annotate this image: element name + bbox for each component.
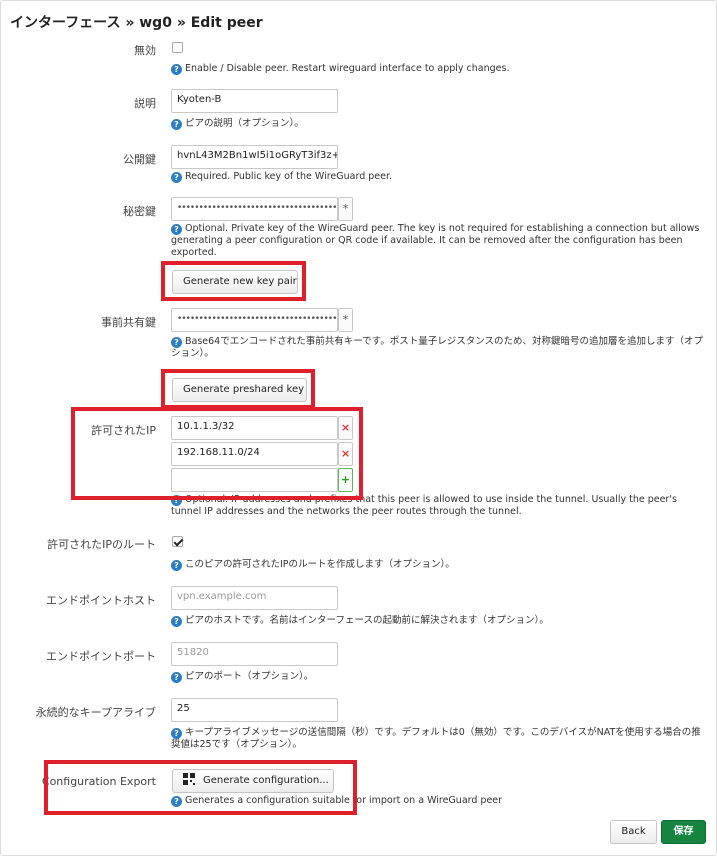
help-icon: ? (171, 119, 182, 130)
route-allowed-ips-label: 許可されたIPのルート (47, 538, 156, 551)
highlight-allowed-ips (71, 407, 363, 500)
highlight-config-export (44, 760, 357, 815)
endpoint-host-help: ? ピアのホストです。名前はインターフェースの起動前に解決されます（オプション）。 (171, 615, 706, 627)
keepalive-input[interactable]: 25 (171, 698, 338, 722)
private-key-help: ? Optional. Private key of the WireGuard … (171, 223, 700, 258)
disabled-checkbox[interactable] (172, 42, 183, 53)
keepalive-label: 永続的なキープアライブ (35, 706, 156, 719)
keepalive-help: ? キープアライブメッセージの送信間隔（秒）です。デフォルトは0（無効）です。この… (171, 727, 701, 750)
route-allowed-ips-checkbox[interactable] (172, 536, 183, 547)
help-icon: ? (171, 337, 182, 348)
endpoint-port-input[interactable]: 51820 (171, 642, 338, 666)
help-icon: ? (171, 64, 182, 75)
endpoint-host-label: エンドポイントホスト (46, 594, 156, 607)
public-key-input[interactable]: hvnL43M2Bn1wI5i1oGRyT3if3z+X (171, 145, 338, 169)
preshared-key-reveal-button[interactable]: * (338, 308, 353, 332)
public-key-label: 公開鍵 (123, 153, 156, 166)
help-icon: ? (171, 560, 182, 571)
highlight-preshared-key (161, 369, 315, 409)
help-icon: ? (171, 728, 182, 739)
preshared-key-help: ? Base64でエンコードされた事前共有キーです。ポスト量子レジスタンスのため、… (171, 336, 704, 359)
description-label: 説明 (134, 97, 156, 110)
help-icon: ? (171, 616, 182, 627)
disabled-help: ? Enable / Disable peer. Restart wireguar… (171, 63, 706, 75)
endpoint-port-help: ? ピアのポート（オプション）。 (171, 671, 706, 683)
back-button[interactable]: Back (610, 820, 657, 844)
help-icon: ? (171, 672, 182, 683)
preshared-key-input[interactable]: ••••••••••••••••••••••••••••••••••••••••… (171, 308, 338, 332)
save-button[interactable]: 保存 (661, 820, 706, 844)
private-key-label: 秘密鍵 (123, 205, 156, 218)
highlight-key-pair (161, 261, 306, 301)
public-key-help: ? Required. Public key of the WireGuard p… (171, 171, 706, 183)
description-input[interactable]: Kyoten-B (171, 89, 338, 113)
private-key-input[interactable]: ••••••••••••••••••••••••••••••••••••••••… (171, 197, 338, 221)
endpoint-port-label: エンドポイントポート (46, 650, 156, 663)
disabled-label: 無効 (134, 44, 156, 57)
help-icon: ? (171, 172, 182, 183)
page-title: インターフェース » wg0 » Edit peer (10, 15, 263, 31)
description-help: ? ピアの説明（オプション）。 (171, 118, 706, 130)
endpoint-host-input[interactable]: vpn.example.com (171, 586, 338, 610)
private-key-reveal-button[interactable]: * (338, 197, 353, 221)
help-icon: ? (171, 224, 182, 235)
preshared-key-label: 事前共有鍵 (101, 316, 156, 329)
route-allowed-ips-help: ? このピアの許可されたIPのルートを作成します（オプション）。 (171, 559, 706, 571)
